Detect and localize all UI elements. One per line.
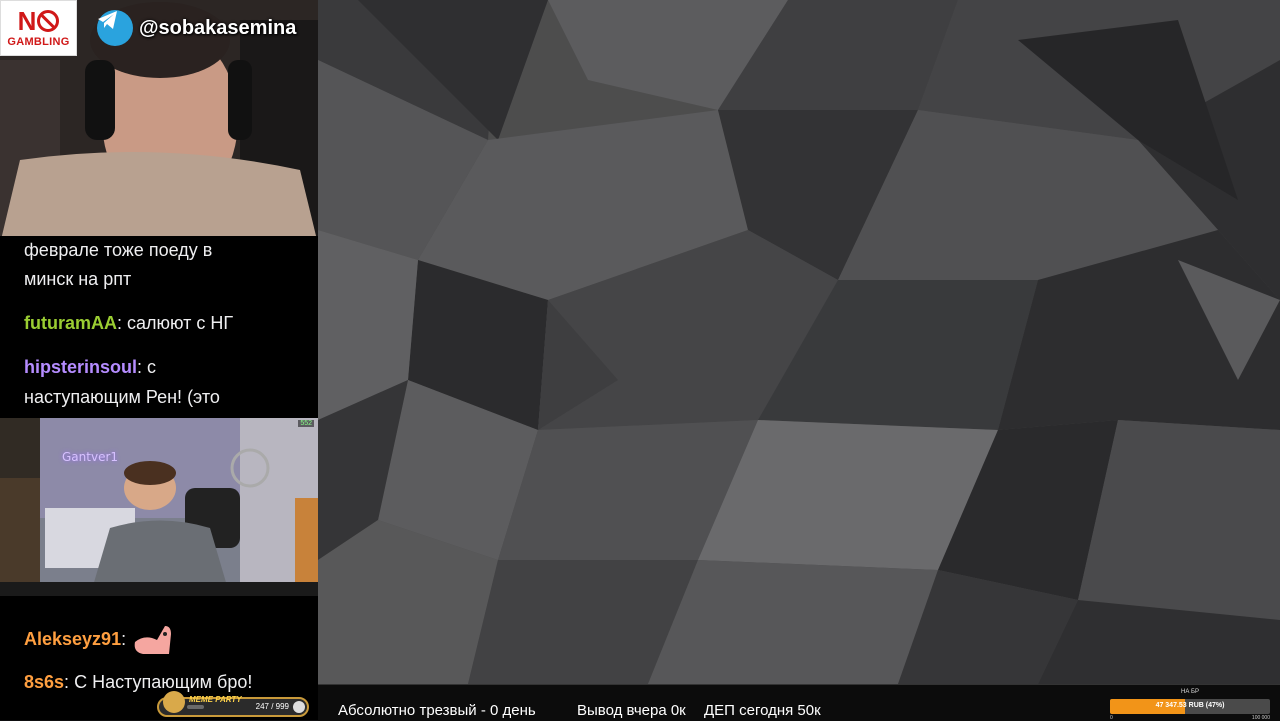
embedded-stream: Gantver1 552 (0, 418, 318, 596)
withdraw-text: Вывод вчера 0к (577, 702, 686, 719)
meme-party-widget: MEME PARTY 247 / 999 (157, 691, 309, 717)
doge-icon (163, 691, 185, 713)
goal-title: НА БР (1181, 689, 1199, 695)
goal-max: 100 000 (1251, 715, 1270, 721)
meme-party-count: 247 / 999 (255, 702, 289, 711)
chat-text: минск на рпт (24, 269, 132, 289)
chat-username[interactable]: hipsterinsoul (24, 357, 137, 377)
webcam-feed: N GAMBLING @sobakasemina (0, 0, 318, 244)
neon-sign-text: Gantver1 (62, 450, 119, 464)
geometric-background (318, 0, 1280, 684)
chat-message: феврале тоже поеду в (24, 236, 304, 265)
chat-username[interactable]: 8s6s (24, 672, 64, 692)
chat-message: futuramAA: салюют с НГ (24, 313, 234, 333)
no-gambling-badge: N GAMBLING (0, 0, 77, 56)
goal-min: 0 (1110, 715, 1113, 721)
bottom-ticker: Абсолютно трезвый - 0 день Вывод вчера 0… (318, 684, 1280, 721)
chat-message: Alekseyz91: (24, 624, 177, 656)
chat-message: минск на рпт (24, 265, 304, 294)
meme-party-end-icon (293, 701, 305, 713)
chat-text: салюют с НГ (122, 313, 234, 333)
deposit-text: ДЕП сегодня 50к (704, 702, 821, 719)
chat-panel-top: феврале тоже поеду в минск на рпт futura… (0, 236, 318, 420)
chat-username[interactable]: futuramAA (24, 313, 117, 333)
left-panel: N GAMBLING @sobakasemina феврале тоже по… (0, 0, 318, 720)
telegram-handle: @sobakasemina (97, 10, 296, 46)
viewer-count: 552 (298, 420, 314, 427)
chat-text: с (142, 357, 157, 377)
chat-text: феврале тоже поеду в (24, 240, 213, 260)
telegram-handle-text: @sobakasemina (139, 16, 297, 39)
chat-text: наступающим Рен! (это (24, 387, 220, 407)
donation-goal: НА БР 47 347.53 RUB (47%) 0 100 000 (1110, 689, 1270, 721)
goal-value: 47 347.53 RUB (47%) (1155, 702, 1225, 709)
chat-username[interactable]: Alekseyz91 (24, 629, 121, 649)
desktop-wallpaper (318, 0, 1280, 684)
chat-message: hipsterinsoul: с (24, 357, 157, 377)
chat-message: наступающим Рен! (это (24, 383, 304, 412)
embedded-stream-image (0, 418, 318, 596)
telegram-icon (97, 10, 133, 46)
chat-message: 8s6s: С Наступающим бро! (24, 672, 253, 692)
no-gambling-text: N (17, 5, 37, 36)
meme-party-label: MEME PARTY (189, 695, 242, 704)
patrick-emote-icon (134, 626, 172, 654)
prohibited-icon (37, 9, 60, 32)
chat-text: С Наступающим бро! (69, 672, 253, 692)
gambling-text: GAMBLING (7, 35, 70, 48)
sober-counter: Абсолютно трезвый - 0 день (338, 702, 536, 719)
meme-party-progress (187, 705, 204, 709)
